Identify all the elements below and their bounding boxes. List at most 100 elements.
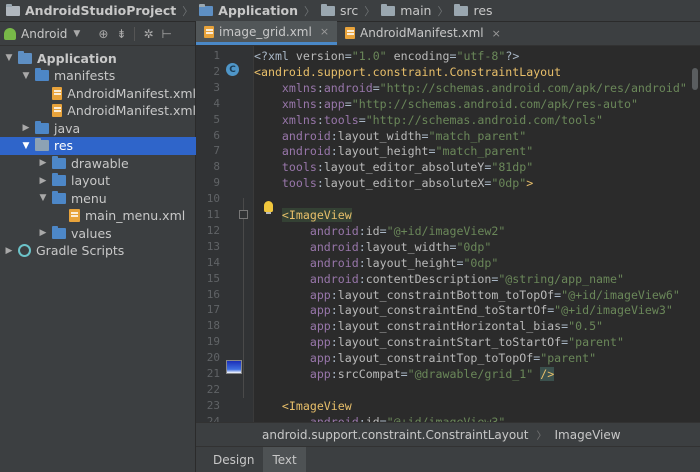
code-token: "0dp" (463, 255, 499, 270)
collapse-all-icon[interactable]: ⇟ (116, 27, 126, 41)
expanded-arrow-icon[interactable]: ▼ (4, 53, 14, 63)
code-line[interactable] (254, 191, 700, 207)
collapsed-arrow-icon[interactable]: ▶ (38, 158, 48, 168)
code-line[interactable]: android:layout_width="0dp" (254, 239, 700, 255)
code-line[interactable]: app:layout_constraintStart_toStartOf="pa… (254, 334, 700, 350)
project-view-dropdown[interactable]: Android ▼ (4, 27, 80, 41)
tree-item[interactable]: ▼ manifests (0, 67, 196, 85)
code-line[interactable]: <ImageView (254, 398, 700, 414)
code-token: "parent" (568, 335, 624, 350)
code-line[interactable] (254, 382, 700, 398)
xml-file-icon (51, 86, 63, 100)
code-token: : (330, 335, 338, 350)
code-token: app (323, 96, 345, 111)
scrollbar[interactable] (692, 68, 698, 90)
code-token: : (316, 176, 324, 191)
tree-item[interactable]: ▼ res (0, 136, 196, 155)
tree-item[interactable]: ▶ layout (0, 172, 196, 190)
line-number: 16 (206, 287, 220, 301)
tree-item[interactable]: ▼ Application (0, 49, 196, 67)
tab-file[interactable]: image_grid.xml × (196, 21, 338, 45)
tree-item[interactable]: ▶ Gradle Scripts (0, 242, 196, 260)
code-token: xmlns (281, 80, 317, 95)
code-line[interactable]: app:layout_constraintTop_toTopOf="parent… (254, 350, 700, 366)
code-line[interactable]: android:layout_height="match_parent" (254, 143, 700, 159)
sync-target-icon[interactable]: ⊕ (98, 27, 108, 41)
code-line[interactable]: android:layout_width="match_parent" (254, 128, 700, 144)
line-number: 17 (206, 303, 220, 317)
close-icon[interactable]: × (492, 27, 501, 40)
breadcrumb-separator: 〉 (304, 4, 315, 18)
project-toolbar: Android ▼ ⊕ ⇟ ✲ ⊢ (0, 22, 195, 46)
code-editor[interactable]: C 1 2 3 4 5 6 7 8 9 10 11 12 13 14 15 16 17 18 19 20 21 22 23 2… (196, 46, 700, 422)
code-token: = (344, 49, 352, 63)
path-item-constraintlayout[interactable]: android.support.constraint.ConstraintLay… (262, 428, 529, 442)
close-icon[interactable]: × (320, 25, 329, 38)
tree-item[interactable]: ▶ drawable (0, 154, 196, 172)
expanded-arrow-icon[interactable]: ▼ (21, 71, 31, 81)
code-token: = (344, 96, 352, 111)
collapsed-arrow-icon[interactable]: ▶ (38, 228, 48, 238)
code-line[interactable]: xmlns:app="http://schemas.android.com/ap… (254, 96, 700, 112)
code-area[interactable]: <?xml version="1.0" encoding="utf-8"?> <a… (254, 46, 700, 422)
tree-item[interactable]: AndroidManifest.xml (0, 102, 196, 120)
collapsed-arrow-icon[interactable]: ▶ (38, 176, 48, 186)
project-panel: Android ▼ ⊕ ⇟ ✲ ⊢ ▼ Application ▼ manifests… (0, 22, 196, 472)
expanded-arrow-icon[interactable]: ▼ (21, 141, 31, 151)
code-token: <ImageView (281, 208, 352, 222)
code-line[interactable]: app:layout_constraintEnd_toStartOf="@+id… (254, 302, 700, 318)
hide-panel-icon[interactable]: ⊢ (162, 27, 172, 41)
code-line[interactable]: android:layout_height="0dp" (254, 255, 700, 271)
breadcrumb-project[interactable]: AndroidStudioProject (6, 3, 176, 18)
code-line[interactable]: xmlns:android="http://schemas.android.co… (254, 80, 700, 96)
code-token: : (330, 144, 338, 159)
collapsed-arrow-icon[interactable]: ▶ (21, 123, 31, 133)
tree-item[interactable]: AndroidManifest.xml (0, 84, 196, 102)
tree-item[interactable]: ▼ menu (0, 189, 196, 207)
fold-toggle-icon[interactable] (239, 210, 248, 219)
code-line[interactable]: android:id="@+id/imageView3" (254, 414, 700, 422)
tab-design[interactable]: Design (204, 447, 263, 472)
tree-item-label: main_menu.xml (85, 208, 186, 223)
collapsed-arrow-icon[interactable]: ▶ (4, 246, 14, 256)
tree-item[interactable]: ▶ values (0, 224, 196, 242)
line-number: 24 (206, 414, 220, 422)
code-line[interactable]: <android.support.constraint.ConstraintLa… (254, 64, 700, 80)
breadcrumb-module[interactable]: Application (199, 3, 298, 18)
code-token: ?> (505, 49, 520, 63)
breadcrumb-main[interactable]: main (381, 3, 431, 18)
code-line[interactable]: app:layout_constraintHorizontal_bias="0.… (254, 318, 700, 334)
code-line[interactable]: tools:layout_editor_absoluteY="81dp" (254, 159, 700, 175)
code-token: > (526, 176, 534, 191)
tree-item[interactable]: ▶ java (0, 119, 196, 137)
code-line[interactable]: <ImageView (254, 207, 700, 223)
breadcrumb-main-label: main (400, 3, 432, 18)
tree-item[interactable]: main_menu.xml (0, 207, 196, 225)
code-line[interactable]: app:srcCompat="@drawable/grid_1" /> (254, 366, 700, 382)
code-line[interactable]: <?xml version="1.0" encoding="utf-8"?> (254, 48, 700, 64)
code-line[interactable]: android:contentDescription="@string/app_… (254, 271, 700, 287)
code-line[interactable]: android:id="@+id/imageView2" (254, 223, 700, 239)
lightbulb-icon[interactable] (264, 201, 273, 214)
tree-item-label: java (54, 120, 81, 136)
class-marker-icon[interactable]: C (226, 63, 239, 76)
path-item-imageview[interactable]: ImageView (555, 428, 621, 442)
tab-file[interactable]: AndroidManifest.xml × (337, 21, 509, 45)
code-token: : (330, 351, 338, 366)
breadcrumb-src[interactable]: src (321, 3, 358, 18)
tab-text[interactable]: Text (263, 446, 306, 472)
code-token: srcCompat (337, 367, 401, 381)
gear-icon[interactable]: ✲ (143, 27, 153, 41)
code-line[interactable]: app:layout_constraintBottom_toTopOf="@+i… (254, 287, 700, 303)
fold-guide (243, 198, 244, 398)
code-token: app (309, 367, 331, 381)
project-view-label: Android (21, 26, 68, 41)
code-token: layout_height (337, 144, 429, 159)
module-folder-icon (199, 3, 214, 16)
breadcrumb-res[interactable]: res (454, 3, 493, 18)
expanded-arrow-icon[interactable]: ▼ (38, 193, 48, 203)
code-line[interactable]: xmlns:tools="http://schemas.android.com/… (254, 112, 700, 128)
line-number: 5 (213, 112, 220, 126)
image-preview-icon[interactable] (226, 360, 242, 374)
code-line[interactable]: tools:layout_editor_absoluteX="0dp"> (254, 175, 700, 191)
